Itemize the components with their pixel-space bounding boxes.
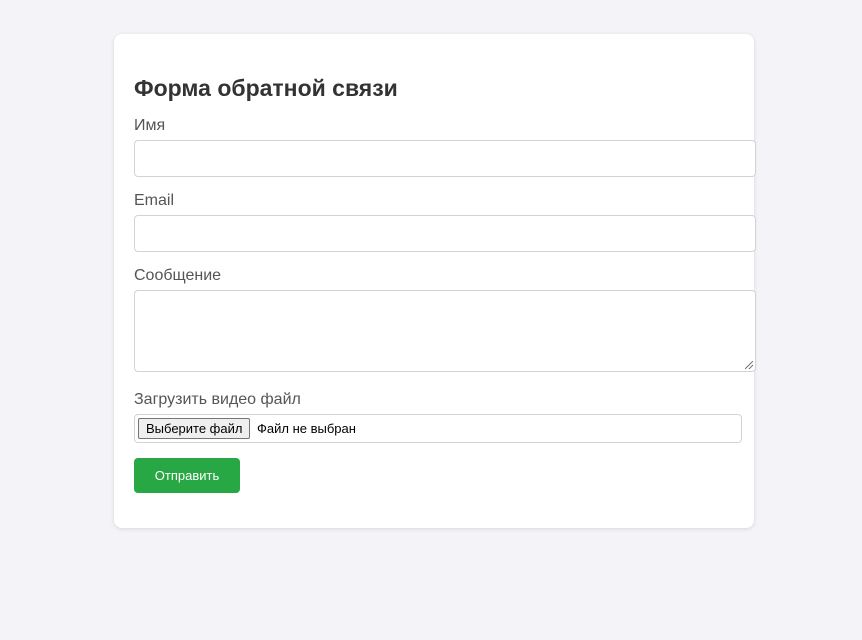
message-textarea[interactable] [134, 290, 756, 372]
resize-grip-icon[interactable] [745, 361, 753, 369]
form-title: Форма обратной связи [134, 75, 398, 101]
name-label: Имя [134, 117, 166, 134]
feedback-form-card: Форма обратной связи Имя Email Сообщение… [114, 34, 756, 528]
email-input[interactable] [134, 215, 756, 252]
message-label: Сообщение [134, 267, 222, 284]
file-status-text: Файл не выбран [257, 421, 356, 436]
file-label: Загрузить видео файл [134, 391, 301, 408]
name-input[interactable] [134, 140, 756, 177]
file-input[interactable]: Выберите файл Файл не выбран [134, 414, 742, 443]
choose-file-button[interactable]: Выберите файл [138, 418, 251, 439]
email-label: Email [134, 192, 175, 209]
submit-button[interactable]: Отправить [134, 458, 240, 493]
